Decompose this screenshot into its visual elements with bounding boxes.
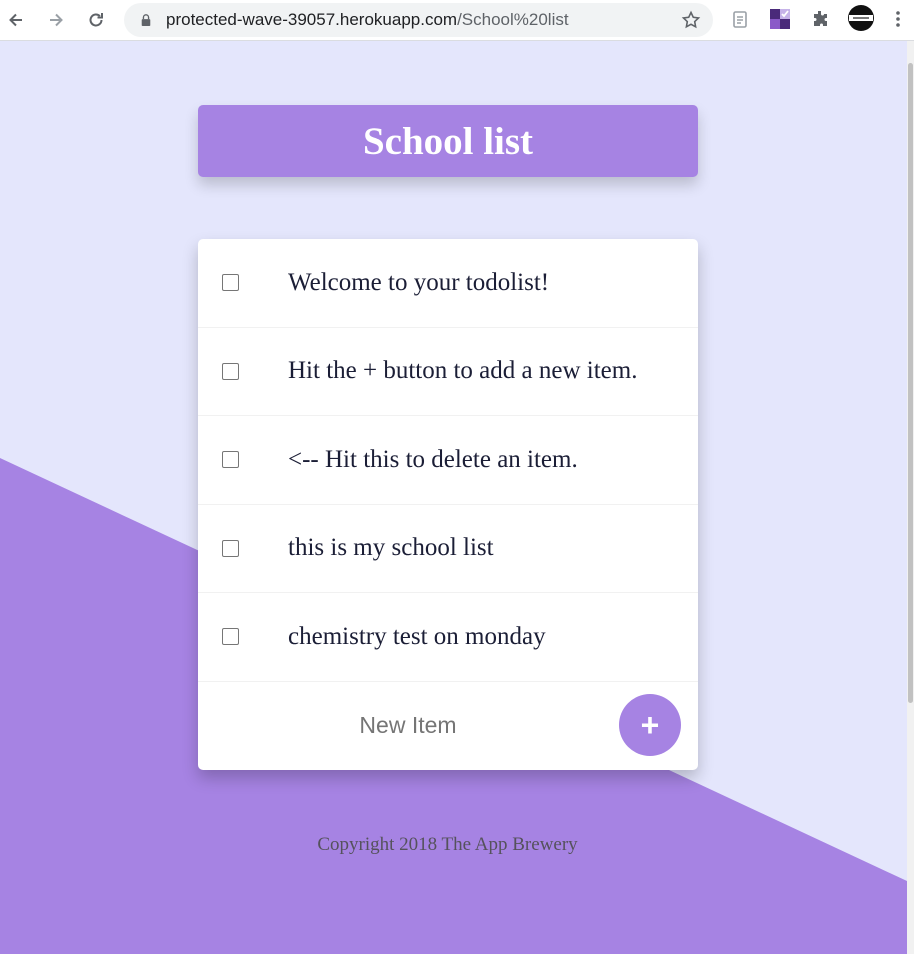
bookmark-star-icon[interactable] [681, 10, 701, 30]
new-item-form: New Item + [198, 682, 698, 770]
page-title: School list [362, 119, 534, 163]
url-text[interactable]: protected-wave-39057.herokuapp.com/Schoo… [166, 10, 569, 30]
add-item-button[interactable]: + [619, 693, 681, 756]
item-text: <-- Hit this to delete an item. [288, 445, 578, 473]
copyright-footer: Copyright 2018 The App Brewery [317, 834, 578, 855]
lock-icon [140, 13, 154, 27]
tab-search-icon[interactable] [728, 7, 752, 31]
url-path: /School%20list [457, 10, 569, 29]
menu-kebab-icon[interactable] [888, 7, 908, 31]
list-item: this is my school list [198, 505, 698, 593]
forward-arrow-icon [50, 13, 63, 27]
puzzle-extensions-icon[interactable] [808, 7, 832, 31]
page-title-box: School list [198, 105, 698, 177]
url-host: protected-wave-39057.herokuapp.com [166, 10, 458, 29]
item-text: chemistry test on monday [288, 622, 546, 650]
forward-button[interactable] [36, 2, 76, 38]
item-text: this is my school list [288, 534, 494, 562]
scrollbar-thumb[interactable] [908, 63, 913, 703]
browser-toolbar: protected-wave-39057.herokuapp.com/Schoo… [0, 0, 914, 41]
back-button[interactable] [0, 2, 36, 38]
reload-icon [89, 13, 103, 27]
extension-icon[interactable] [768, 7, 792, 31]
item-checkbox[interactable] [222, 362, 239, 380]
item-text: Welcome to your todolist! [288, 268, 550, 296]
reload-button[interactable] [76, 2, 116, 38]
todo-list-card: Welcome to your todolist! Hit the + butt… [198, 239, 698, 770]
new-item-input[interactable]: New Item [198, 682, 618, 770]
page-scrollbar[interactable] [907, 41, 914, 954]
profile-avatar-icon[interactable] [847, 4, 875, 32]
item-text: Hit the + button to add a new item. [288, 357, 638, 385]
list-item: <-- Hit this to delete an item. [198, 416, 698, 505]
back-arrow-icon [9, 13, 22, 27]
list-item: Welcome to your todolist! [198, 239, 698, 328]
address-bar[interactable]: protected-wave-39057.herokuapp.com/Schoo… [124, 3, 713, 37]
item-checkbox[interactable] [222, 274, 239, 292]
item-checkbox[interactable] [222, 451, 239, 469]
item-checkbox[interactable] [222, 539, 239, 557]
item-checkbox[interactable] [222, 628, 239, 646]
list-item: chemistry test on monday [198, 593, 698, 682]
list-item: Hit the + button to add a new item. [198, 328, 698, 416]
